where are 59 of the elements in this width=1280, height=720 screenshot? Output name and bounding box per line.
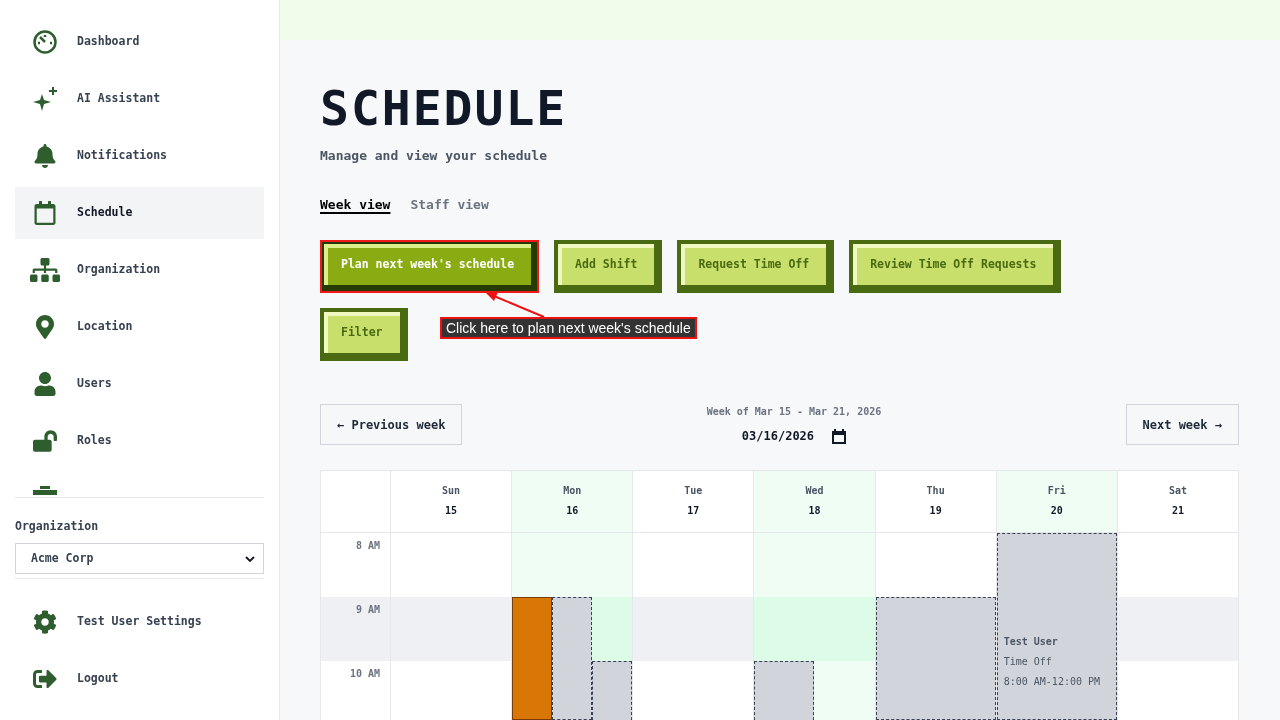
gauge-icon	[33, 30, 57, 54]
day-date: 19	[929, 504, 942, 518]
day-name: Sun	[442, 484, 461, 498]
nav-item[interactable]: Dashboard	[15, 16, 264, 68]
date-field[interactable]: 03/16/2026	[739, 425, 849, 447]
next-week-button[interactable]: Next week →	[1125, 404, 1239, 445]
day-name: Tue	[684, 484, 703, 498]
organization-label: Organization	[15, 518, 100, 534]
nav-item[interactable]: Schedule	[15, 187, 264, 239]
day-date: 20	[1050, 504, 1063, 518]
time-label: 9 AM	[355, 603, 380, 617]
day-name: Fri	[1047, 484, 1066, 498]
previous-week-button[interactable]: ← Previous week	[320, 404, 463, 445]
calendar-icon	[33, 201, 57, 225]
day-name: Mon	[563, 484, 582, 498]
calendar-icon	[832, 428, 847, 444]
sidebar-link[interactable]: Test User Settings	[15, 596, 264, 648]
event-title: Test User	[1003, 635, 1058, 649]
action-button[interactable]: Request Time Off	[677, 240, 835, 293]
nav-item[interactable]: Roles	[15, 415, 264, 467]
organization-select[interactable]: Acme Corp	[15, 543, 264, 574]
time-label: 10 AM	[349, 667, 380, 681]
map-pin-icon	[33, 315, 57, 339]
org-chart-icon	[30, 257, 60, 283]
time-label: 8 AM	[355, 539, 380, 553]
unlocked-lock-icon	[33, 429, 57, 453]
action-button[interactable]: Add Shift	[554, 240, 663, 293]
page-subtitle: Manage and view your schedule	[320, 147, 547, 165]
user-icon	[33, 372, 57, 396]
day-date: 15	[445, 504, 458, 518]
day-name: Thu	[926, 484, 945, 498]
nav-item[interactable]: Organization	[15, 244, 264, 296]
day-name: Sat	[1168, 484, 1187, 498]
day-date: 21	[1171, 504, 1184, 518]
week-range: Week of Mar 15 - Mar 21, 2026	[706, 405, 882, 419]
action-button[interactable]: Review Time Off Requests	[849, 240, 1062, 293]
day-date: 18	[808, 504, 821, 518]
day-date: 17	[687, 504, 700, 518]
view-tab[interactable]: Staff view	[410, 195, 489, 215]
view-tab[interactable]: Week view	[320, 195, 391, 215]
day-date: 16	[566, 504, 579, 518]
nav-item[interactable]: Location	[15, 301, 264, 353]
sparkle-icon	[33, 87, 57, 111]
nav-item[interactable]: Notifications	[15, 130, 264, 182]
nav-item[interactable]: Users	[15, 358, 264, 410]
event-time: 8:00 AM-12:00 PM	[1003, 675, 1101, 689]
gear-icon	[33, 610, 57, 634]
page-title: SCHEDULE	[320, 84, 568, 132]
sidebar-link[interactable]: Logout	[15, 653, 264, 705]
arrow-icon	[486, 292, 546, 318]
bell-icon	[33, 144, 57, 168]
nav-item[interactable]: AI Assistant	[15, 73, 264, 125]
action-button[interactable]: Filter	[320, 308, 408, 361]
callout-tooltip: Click here to plan next week's schedule	[440, 317, 697, 339]
event-type: Time Off	[1003, 655, 1052, 669]
chevron-icon	[245, 555, 255, 562]
tray-icon	[33, 486, 57, 495]
logout-icon	[33, 667, 57, 691]
day-name: Wed	[805, 484, 824, 498]
